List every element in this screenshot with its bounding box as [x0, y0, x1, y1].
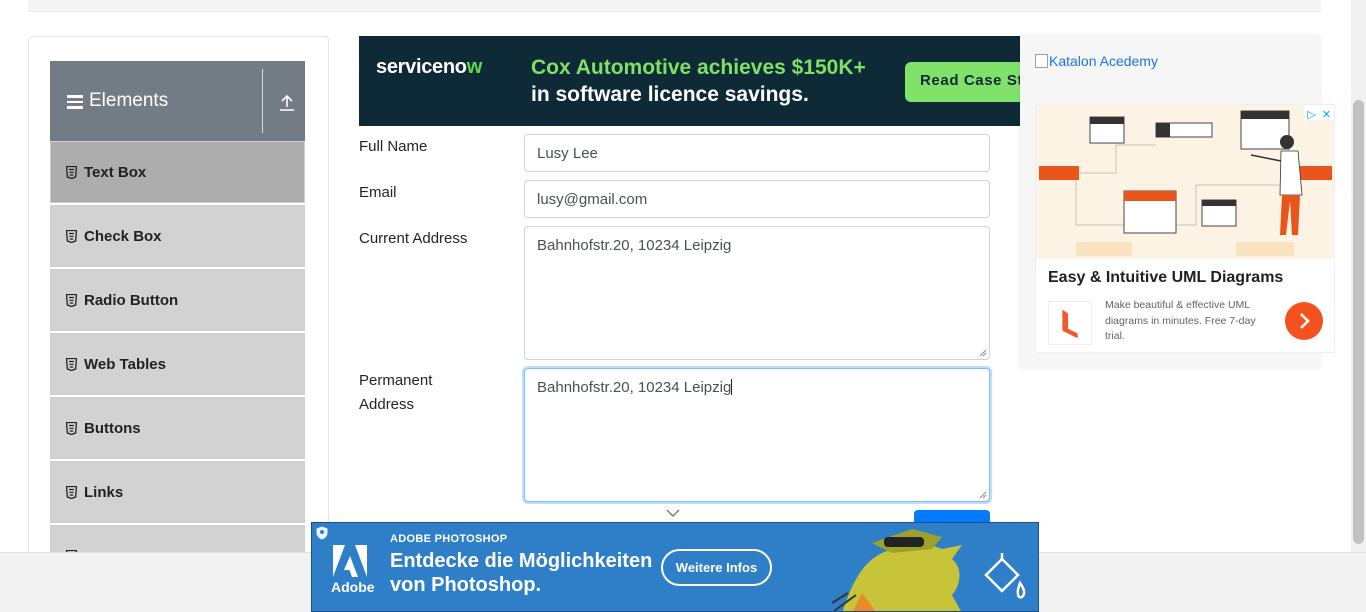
- sidebar-item-links[interactable]: Links: [50, 461, 305, 523]
- adchoices-icon[interactable]: ▷: [1304, 108, 1319, 123]
- weitere-infos-button[interactable]: Weitere Infos: [661, 549, 772, 586]
- sidebar: Elements Text Box Check Box Radio Button: [28, 36, 329, 576]
- sidebar-menu: Text Box Check Box Radio Button Web Tabl…: [50, 141, 305, 575]
- html5-icon: [66, 358, 77, 371]
- full-name-label: Full Name: [359, 138, 428, 155]
- current-address-value: Bahnhofstr.20, 10234 Leipzig: [537, 237, 732, 254]
- html5-icon: [66, 486, 77, 499]
- chevron-down-icon[interactable]: [666, 509, 680, 518]
- html5-icon: [66, 422, 77, 435]
- top-strip: [28, 0, 1321, 12]
- ad-open-button[interactable]: [1285, 302, 1323, 340]
- page: Elements Text Box Check Box Radio Button: [0, 0, 1366, 612]
- sidebar-item-label: Text Box: [84, 164, 147, 181]
- resize-grip-icon[interactable]: [979, 491, 987, 499]
- sidebar-item-label: Check Box: [84, 228, 162, 245]
- sidebar-item-label: Radio Button: [84, 292, 179, 309]
- adobe-photoshop-ad[interactable]: Adobe ADOBE PHOTOSHOP Entdecke die Mögli…: [311, 522, 1039, 612]
- permanent-address-value: Bahnhofstr.20, 10234 Leipzig: [537, 379, 732, 396]
- resize-grip-icon[interactable]: [979, 349, 987, 357]
- advertiser-logo[interactable]: [1048, 301, 1092, 345]
- ad-headline-line2: von Photoshop.: [390, 574, 542, 596]
- sidebar-item-label: Web Tables: [84, 356, 166, 373]
- page-scrollbar[interactable]: [1351, 0, 1366, 552]
- servicenow-logo: servicenow: [376, 56, 482, 78]
- lucid-logo-icon: [1062, 309, 1078, 339]
- paint-bucket-icon: [984, 553, 1026, 599]
- full-name-input[interactable]: [524, 134, 990, 172]
- ad-eyebrow: ADOBE PHOTOSHOP: [390, 533, 508, 545]
- elements-group-header[interactable]: Elements: [50, 61, 305, 141]
- ad-headline-line1: Entdecke die Möglichkeiten: [390, 550, 653, 572]
- shield-icon: [316, 526, 328, 540]
- uml-ad-card[interactable]: ▷ ✕ Easy & Intuitive UML Diagrams Make be…: [1035, 104, 1335, 353]
- sidebar-item-buttons[interactable]: Buttons: [50, 397, 305, 459]
- html5-icon: [66, 294, 77, 307]
- sidebar-item-check-box[interactable]: Check Box: [50, 205, 305, 267]
- adobe-wordmark: Adobe: [331, 579, 375, 595]
- servicenow-banner-ad[interactable]: servicenow Cox Automotive achieves $150K…: [359, 36, 1020, 126]
- katalon-ad[interactable]: Katalon Acedemy ▷ ✕ Easy & Intuitive UML…: [1020, 36, 1335, 368]
- katalon-ad-image[interactable]: Katalon Acedemy: [1035, 53, 1158, 69]
- html5-icon: [66, 230, 77, 243]
- sidebar-item-text-box[interactable]: Text Box: [50, 141, 305, 203]
- current-address-textarea[interactable]: Bahnhofstr.20, 10234 Leipzig: [524, 226, 990, 360]
- sidebar-item-label: Buttons: [84, 420, 141, 437]
- banner-headline-line1: Cox Automotive achieves $150K+: [531, 56, 866, 79]
- current-address-label: Current Address: [359, 230, 468, 247]
- header-divider: [262, 69, 263, 133]
- adchoices[interactable]: ▷ ✕: [1304, 105, 1334, 123]
- hamburger-icon: [67, 95, 83, 109]
- text-caret: [731, 379, 733, 395]
- read-case-study-button[interactable]: Read Case Study: [905, 62, 1020, 102]
- ad-title[interactable]: Easy & Intuitive UML Diagrams: [1048, 269, 1283, 287]
- crocodile-mascot-illustration: [831, 529, 962, 611]
- collapse-arrow-icon[interactable]: [278, 94, 296, 112]
- adobe-logo-icon: [333, 545, 367, 577]
- html5-icon: [66, 166, 77, 179]
- sidebar-item-radio-button[interactable]: Radio Button: [50, 269, 305, 331]
- uml-diagram-illustration: [1036, 105, 1334, 259]
- banner-headline-line2: in software licence savings.: [531, 83, 809, 106]
- permanent-address-label: Permanent Address: [359, 372, 433, 413]
- chevron-right-icon: [1300, 313, 1310, 329]
- sidebar-item-web-tables[interactable]: Web Tables: [50, 333, 305, 395]
- sidebar-item-label: Links: [84, 484, 124, 501]
- scrollbar-thumb[interactable]: [1353, 100, 1364, 544]
- ad-close-icon[interactable]: ✕: [1319, 108, 1334, 123]
- email-label: Email: [359, 184, 397, 201]
- email-input[interactable]: [524, 180, 990, 218]
- group-title: Elements: [89, 90, 169, 111]
- permanent-address-textarea[interactable]: Bahnhofstr.20, 10234 Leipzig: [524, 368, 990, 502]
- ad-description[interactable]: Make beautiful & effective UML diagrams …: [1105, 298, 1275, 345]
- broken-image-icon: [1035, 54, 1048, 68]
